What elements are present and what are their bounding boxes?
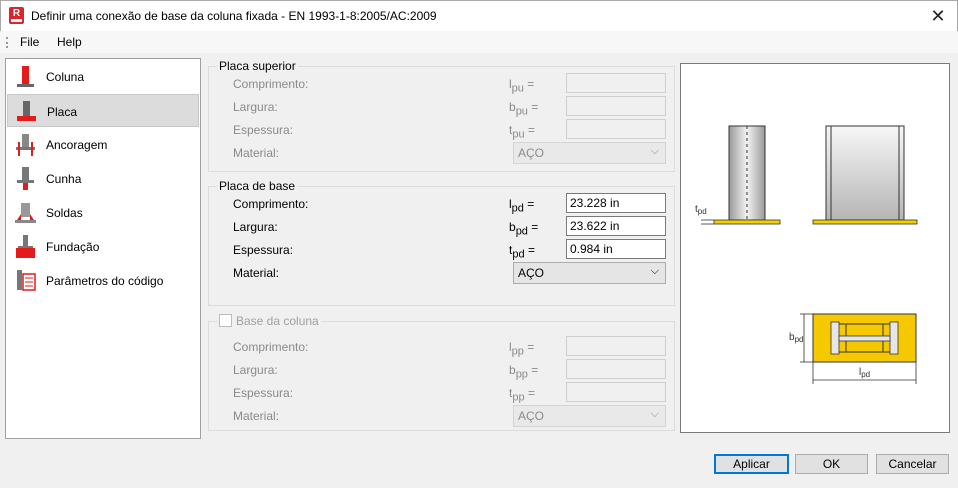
column-base-width-symbol: bpp = [509,363,539,381]
close-icon[interactable]: ✕ [927,6,949,26]
menu-grip [6,37,8,48]
column-base-thickness-input [566,382,666,402]
title-bar: R Definir uma conexão de base da coluna … [0,0,958,31]
top-plate-width-symbol: bpu = [509,100,539,118]
wedge-icon [17,167,34,190]
base-plate-thickness-label: Espessura: [233,243,294,257]
top-plate-thickness-label: Espessura: [233,123,294,137]
app-logo-icon: R [9,7,24,24]
sidebar-item-label: Soldas [46,206,83,220]
t-pd-dimension-label: tpd [695,204,707,216]
base-plate-length-label: Comprimento: [233,197,309,211]
menu-bar: File Help [0,31,958,53]
column-base-thickness-label: Espessura: [233,386,294,400]
base-plate-length-input[interactable]: 23.228 in [566,193,666,213]
foundation-icon [16,235,35,258]
base-plate-diagram: tpd bpd lpd [695,125,918,384]
base-plate-thickness-symbol: tpd = [509,243,535,261]
column-base-checkbox[interactable] [219,314,232,327]
sidebar: Coluna Placa Ancoragem Cunha Soldas Fund… [5,58,201,439]
plate-icon [17,101,36,121]
sidebar-item-soldas[interactable]: Soldas [7,196,199,229]
ok-button[interactable]: OK [795,454,868,474]
top-plate-thickness-input [566,119,666,139]
preview-panel: tpd bpd lpd [680,63,950,433]
top-plate-length-label: Comprimento: [233,77,309,91]
sidebar-item-cunha[interactable]: Cunha [7,162,199,195]
column-icon [17,66,34,87]
sidebar-item-ancoragem[interactable]: Ancoragem [7,128,199,161]
sidebar-item-parametros[interactable]: Parâmetros do código [7,264,199,297]
top-plate-title: Placa superior [217,59,298,73]
menu-file[interactable]: File [20,35,39,49]
base-plate-group: Placa de base Comprimento: lpd = 23.228 … [208,179,675,306]
top-plate-length-symbol: lpu = [509,77,535,95]
column-base-length-input [566,336,666,356]
top-plate-material-select: AÇO ⌵ [513,142,666,164]
column-base-thickness-symbol: tpp = [509,386,535,404]
top-plate-material-label: Material: [233,146,280,160]
sidebar-item-label: Parâmetros do código [46,274,164,288]
base-plate-thickness-input[interactable]: 0.984 in [566,239,666,259]
sidebar-item-label: Cunha [46,172,82,186]
column-base-length-symbol: lpp = [509,340,535,358]
column-base-group: Base da coluna Comprimento: lpp = Largur… [208,314,675,431]
top-plate-thickness-symbol: tpu = [509,123,535,141]
base-plate-title: Placa de base [217,179,298,193]
sidebar-item-label: Placa [47,105,78,119]
base-plate-material-label: Material: [233,266,280,280]
sidebar-item-placa[interactable]: Placa [7,94,199,127]
cancel-button[interactable]: Cancelar [876,454,949,474]
sidebar-item-label: Fundação [46,240,100,254]
menu-help[interactable]: Help [57,35,82,49]
top-plate-group: Placa superior Comprimento: lpu = Largur… [208,59,675,172]
base-plate-length-symbol: lpd = [509,197,535,215]
b-pd-dimension-label: bpd [789,332,803,344]
column-base-width-input [566,359,666,379]
column-base-material-select: AÇO ⌵ [513,405,666,427]
l-pd-dimension-label: lpd [859,367,870,379]
column-base-material-label: Material: [233,409,280,423]
top-plate-width-input [566,96,666,116]
column-base-width-label: Largura: [233,363,278,377]
weld-icon [15,203,36,223]
sidebar-item-coluna[interactable]: Coluna [7,60,199,93]
window-title: Definir uma conexão de base da coluna fi… [31,9,437,23]
chevron-down-icon: ⌵ [650,145,659,157]
chevron-down-icon: ⌵ [650,408,659,420]
chevron-down-icon: ⌵ [650,265,659,277]
base-plate-width-label: Largura: [233,220,278,234]
base-plate-width-input[interactable]: 23.622 in [566,216,666,236]
column-base-length-label: Comprimento: [233,340,309,354]
sidebar-item-fundacao[interactable]: Fundação [7,230,199,263]
top-plate-length-input [566,73,666,93]
sidebar-item-label: Coluna [46,70,85,84]
apply-button[interactable]: Aplicar [714,454,789,474]
anchor-icon [16,134,35,156]
base-plate-width-symbol: bpd = [509,220,539,238]
base-plate-material-select[interactable]: AÇO ⌵ [513,262,666,284]
code-parameters-icon [17,270,36,291]
sidebar-item-label: Ancoragem [46,138,108,152]
top-plate-width-label: Largura: [233,100,278,114]
column-base-title[interactable]: Base da coluna [217,314,321,328]
